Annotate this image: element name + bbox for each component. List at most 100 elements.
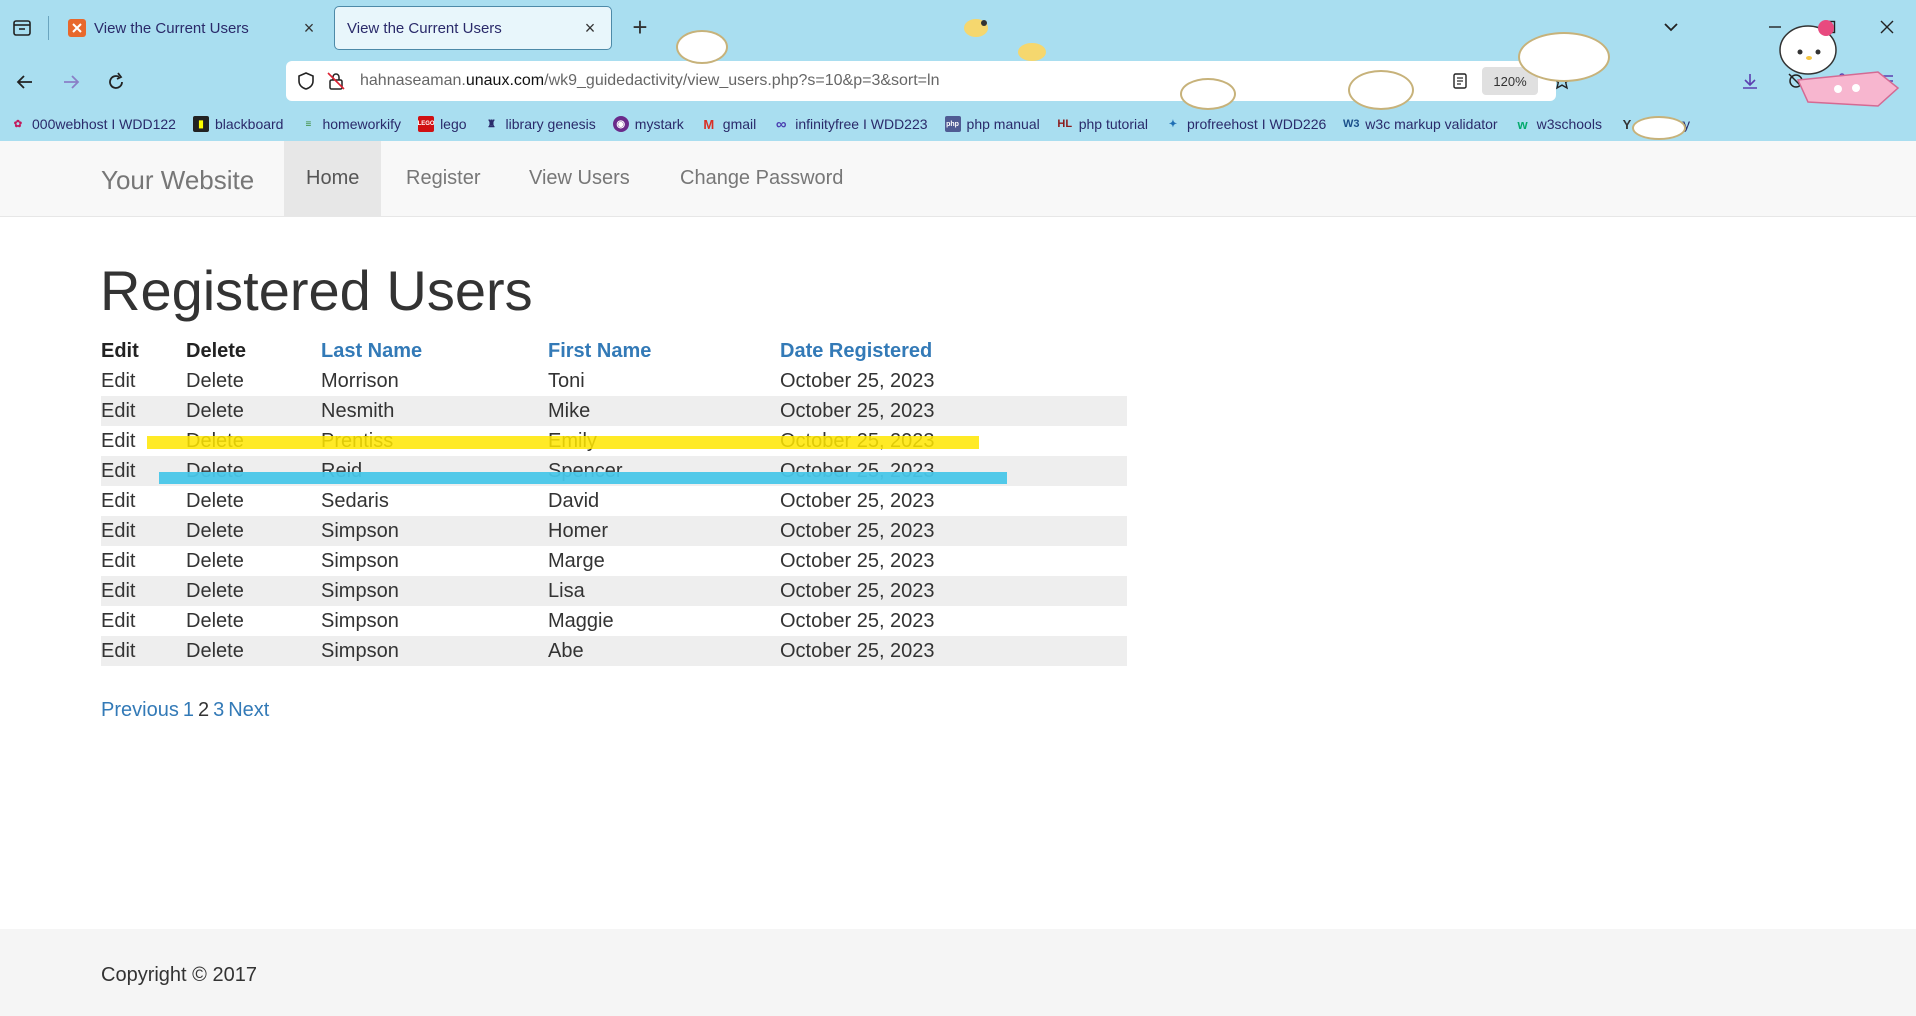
site-brand[interactable]: Your Website xyxy=(101,165,254,196)
star-icon[interactable] xyxy=(1548,67,1576,95)
download-icon[interactable] xyxy=(1736,67,1764,95)
extensions-icon[interactable] xyxy=(1828,67,1856,95)
reload-icon[interactable] xyxy=(101,67,131,97)
window-close-icon[interactable] xyxy=(1874,14,1900,40)
bookmark-item[interactable]: LEGO lego xyxy=(418,116,467,132)
delete-link[interactable]: Delete xyxy=(186,636,321,666)
zoom-level-button[interactable]: 120% xyxy=(1482,67,1538,95)
last-name-cell: Simpson xyxy=(321,549,399,572)
date-cell: October 25, 2023 xyxy=(780,516,1127,546)
delete-link[interactable]: Delete xyxy=(186,576,321,606)
nav-home[interactable]: Home xyxy=(284,141,382,216)
xampp-icon xyxy=(68,19,86,37)
url-text[interactable]: hahnaseaman.unaux.com/wk9_guidedactivity… xyxy=(360,72,939,90)
edit-link[interactable]: Edit xyxy=(101,636,186,666)
tab-bar: View the Current Users × View the Curren… xyxy=(0,0,1916,55)
bookmark-item[interactable]: ♜ library genesis xyxy=(484,116,596,132)
users-table: Edit Delete Last Name First Name Date Re… xyxy=(101,336,1127,666)
column-header-delete: Delete xyxy=(186,339,247,362)
sync-off-icon[interactable] xyxy=(1782,67,1810,95)
close-icon[interactable]: × xyxy=(300,18,318,39)
delete-link[interactable]: Delete xyxy=(186,546,321,576)
sort-first-name-link[interactable]: First Name xyxy=(548,336,780,366)
bookmark-label: 000webhost I WDD122 xyxy=(32,116,176,132)
menu-icon[interactable] xyxy=(1872,67,1900,95)
delete-link[interactable]: Delete xyxy=(186,366,321,396)
bookmark-item[interactable]: php php manual xyxy=(944,116,1040,132)
bookmark-item[interactable]: Yz library xyxy=(1619,116,1690,132)
edit-link[interactable]: Edit xyxy=(101,606,186,636)
site-footer: Copyright © 2017 xyxy=(0,929,1916,1016)
bookmark-item[interactable]: W3 w3c markup validator xyxy=(1343,116,1498,132)
w3c-icon: W3 xyxy=(1343,118,1360,130)
table-row: Edit Delete Simpson Abe October 25, 2023 xyxy=(101,636,1127,666)
browser-tab[interactable]: View the Current Users × xyxy=(56,6,330,50)
insecure-lock-icon[interactable] xyxy=(322,67,350,95)
pagination: Previous 1 2 3 Next xyxy=(101,699,273,722)
minimize-icon[interactable] xyxy=(1762,14,1788,40)
edit-link[interactable]: Edit xyxy=(101,576,186,606)
url-bar[interactable]: hahnaseaman.unaux.com/wk9_guidedactivity… xyxy=(286,61,1572,101)
browser-toolbar: hahnaseaman.unaux.com/wk9_guidedactivity… xyxy=(0,55,1916,107)
nav-change-password[interactable]: Change Password xyxy=(658,141,865,216)
yellow-highlight-stroke xyxy=(147,436,979,449)
shield-icon[interactable] xyxy=(292,67,320,95)
maximize-icon[interactable] xyxy=(1816,14,1842,40)
first-name-cell: Marge xyxy=(548,549,605,572)
new-tab-icon[interactable]: + xyxy=(626,12,654,43)
pagination-next[interactable]: Next xyxy=(228,699,269,721)
table-row: Edit Delete Simpson Marge October 25, 20… xyxy=(101,546,1127,576)
delete-link[interactable]: Delete xyxy=(186,396,321,426)
sort-date-registered-link[interactable]: Date Registered xyxy=(780,336,1127,366)
edit-link[interactable]: Edit xyxy=(101,366,186,396)
reader-view-icon[interactable] xyxy=(1446,67,1474,95)
table-row: Edit Delete Nesmith Mike October 25, 202… xyxy=(101,396,1127,426)
bookmark-item[interactable]: ✦ profreehost I WDD226 xyxy=(1165,116,1327,132)
chevron-down-icon[interactable] xyxy=(1660,16,1682,38)
edit-link[interactable]: Edit xyxy=(101,546,186,576)
tab-list-icon[interactable] xyxy=(8,14,36,42)
nav-register[interactable]: Register xyxy=(384,141,502,216)
mystark-icon: ◉ xyxy=(612,116,629,132)
delete-link[interactable]: Delete xyxy=(186,486,321,516)
profreehost-icon: ✦ xyxy=(1168,118,1178,130)
pagination-page-3[interactable]: 3 xyxy=(213,699,224,721)
sort-last-name-link[interactable]: Last Name xyxy=(321,336,548,366)
tab-title: View the Current Users xyxy=(347,19,502,37)
first-name-cell: Toni xyxy=(548,369,585,392)
bookmark-item[interactable]: ✿ 000webhost I WDD122 xyxy=(10,116,176,132)
bookmark-item[interactable]: Mgmail xyxy=(701,116,756,132)
bookmark-item[interactable]: ▮ blackboard xyxy=(192,116,283,132)
edit-link[interactable]: Edit xyxy=(101,516,186,546)
delete-link[interactable]: Delete xyxy=(186,516,321,546)
bookmark-label: gmail xyxy=(722,116,757,132)
delete-link[interactable]: Delete xyxy=(186,606,321,636)
bookmark-item[interactable]: w w3schools xyxy=(1515,116,1602,132)
bookmark-item[interactable]: HL php tutorial xyxy=(1057,116,1148,132)
pagination-page-1[interactable]: 1 xyxy=(183,699,194,721)
edit-link[interactable]: Edit xyxy=(101,396,186,426)
pagination-previous[interactable]: Previous xyxy=(101,699,179,721)
bookmark-label: mystark xyxy=(634,116,684,132)
tab-title: View the Current Users xyxy=(94,19,249,37)
bookmark-label: z library xyxy=(1640,116,1690,132)
bookmark-label: lego xyxy=(440,116,467,132)
back-arrow-icon[interactable] xyxy=(10,67,40,97)
last-name-cell: Simpson xyxy=(321,609,399,632)
bookmarks-bar: ✿ 000webhost I WDD122 ▮ blackboard ≡ homewo… xyxy=(0,109,1916,139)
hl-icon: HL xyxy=(1057,118,1073,130)
date-cell: October 25, 2023 xyxy=(780,396,1127,426)
lego-icon: LEGO xyxy=(418,116,435,132)
close-icon[interactable]: × xyxy=(581,18,599,39)
gmail-icon: M xyxy=(703,116,715,132)
bookmark-label: w3schools xyxy=(1536,116,1602,132)
table-row: Edit Delete Sedaris David October 25, 20… xyxy=(101,486,1127,516)
edit-link[interactable]: Edit xyxy=(101,486,186,516)
bookmark-item[interactable]: ∞ infinityfree I WDD223 xyxy=(773,116,928,133)
browser-tab-active[interactable]: View the Current Users × xyxy=(334,6,612,50)
bookmark-item[interactable]: ◉ mystark xyxy=(612,116,684,132)
forward-arrow-icon[interactable] xyxy=(56,67,86,97)
nav-view-users[interactable]: View Users xyxy=(507,141,652,216)
blue-highlight-stroke xyxy=(159,472,1007,484)
bookmark-item[interactable]: ≡ homeworkify xyxy=(300,116,402,132)
